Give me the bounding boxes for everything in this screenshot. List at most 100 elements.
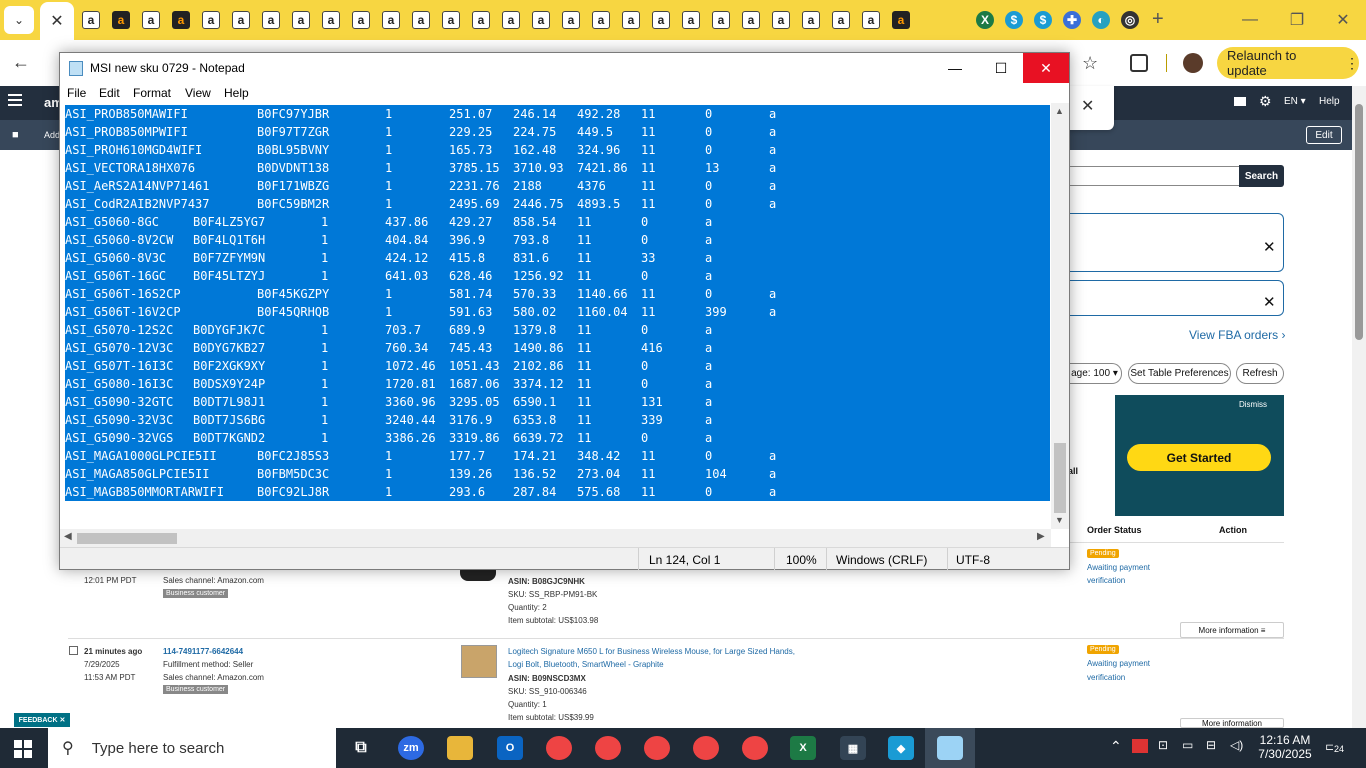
amazon-tab-icon[interactable]: a — [712, 11, 730, 29]
clear-filter-icon[interactable]: ✕ — [1263, 293, 1276, 311]
text-line[interactable]: ASI_G5060-8GC B0F4LZ5YG7 1 437.86 429.27 858.… — [65, 213, 1050, 231]
status-link[interactable]: Awaiting payment — [1087, 561, 1150, 574]
close-icon[interactable]: ✕ — [1023, 53, 1069, 83]
maximize-icon[interactable]: ☐ — [978, 53, 1024, 83]
menu-view[interactable]: View — [185, 86, 211, 100]
new-tab-icon[interactable]: + — [1152, 8, 1164, 31]
amazon-tab-icon[interactable]: a — [322, 11, 340, 29]
amazon-tab-icon[interactable]: a — [532, 11, 550, 29]
file-explorer-icon[interactable] — [447, 736, 473, 760]
search-input[interactable] — [1068, 166, 1240, 186]
zoom-app-icon[interactable]: zm — [398, 736, 424, 760]
menu-help[interactable]: Help — [224, 86, 249, 100]
amazon-tab-icon[interactable]: a — [802, 11, 820, 29]
scroll-right-icon[interactable]: ▶ — [1037, 531, 1045, 542]
chrome-icon[interactable] — [546, 736, 572, 760]
dollar-tab-icon[interactable]: $ — [1034, 11, 1052, 29]
network-icon[interactable]: ⊟ — [1206, 738, 1216, 752]
chrome-icon[interactable] — [742, 736, 768, 760]
refresh-button[interactable]: Refresh — [1236, 363, 1284, 384]
search-button[interactable]: Search — [1239, 165, 1284, 187]
chrome-icon[interactable] — [644, 736, 670, 760]
text-line[interactable]: ASI_G507T-16I3C B0F2XGK9XY 1 1072.46 1051.43… — [65, 357, 1050, 375]
star-icon[interactable]: ☆ — [1082, 53, 1098, 74]
battery-icon[interactable]: ▭ — [1182, 738, 1193, 752]
active-tab-close-icon[interactable]: ✕ — [40, 2, 74, 40]
horizontal-scrollbar[interactable]: ◀ ▶ — [60, 529, 1051, 547]
text-line[interactable]: ASI_MAGA1000GLPCIE5II B0FC2J85S3 1 177.7 174… — [65, 447, 1050, 465]
text-line[interactable]: ASI_G506T-16V2CP B0F45QRHQB 1 591.63 580.02 1… — [65, 303, 1050, 321]
minimize-icon[interactable]: — — [932, 53, 978, 83]
product-title-link[interactable]: Logitech Signature M650 L for Business W… — [508, 645, 795, 658]
amazon-tab-icon[interactable]: a — [112, 11, 130, 29]
restore-icon[interactable]: ❐ — [1285, 8, 1309, 32]
pdf-tray-icon[interactable] — [1132, 739, 1148, 753]
get-started-button[interactable]: Get Started — [1127, 444, 1271, 471]
excel-tab-icon[interactable]: X — [976, 11, 994, 29]
text-line[interactable]: ASI_PROB850MAWIFI B0FC97YJBR 1 251.07 246.14… — [65, 105, 1050, 123]
chrome-icon[interactable] — [693, 736, 719, 760]
amazon-tab-icon[interactable]: a — [472, 11, 490, 29]
text-line[interactable]: ASI_G5070-12V3C B0DYG7KB27 1 760.34 745.43 14… — [65, 339, 1050, 357]
dollar-tab-icon[interactable]: $ — [1005, 11, 1023, 29]
help-link[interactable]: Help — [1319, 96, 1340, 107]
amazon-tab-icon[interactable]: a — [142, 11, 160, 29]
amazon-tab-icon[interactable]: a — [382, 11, 400, 29]
status-link[interactable]: verification — [1087, 671, 1125, 684]
tab-search-button[interactable]: ⌄ — [4, 6, 34, 34]
amazon-tab-icon[interactable]: a — [652, 11, 670, 29]
clock[interactable]: 12:16 AM 7/30/2025 — [1255, 733, 1315, 761]
notepad-titlebar[interactable]: MSI new sku 0729 - Notepad — ☐ ✕ — [60, 53, 1069, 83]
amazon-tab-icon[interactable]: a — [592, 11, 610, 29]
more-info-button[interactable]: More information ≡ — [1180, 622, 1284, 638]
amazon-tab-icon[interactable]: a — [892, 11, 910, 29]
hamburger-icon[interactable] — [8, 94, 22, 106]
excel-icon[interactable]: X — [790, 736, 816, 760]
amazon-tab-icon[interactable]: a — [352, 11, 370, 29]
text-line[interactable]: ASI_AeRS2A14NVP71461 B0F171WBZG 1 2231.76 21… — [65, 177, 1050, 195]
text-line[interactable]: ASI_G5090-32V3C B0DT7JS6BG 1 3240.44 3176.9 6… — [65, 411, 1050, 429]
row-checkbox[interactable] — [69, 646, 78, 655]
view-fba-orders-link[interactable]: View FBA orders › — [1189, 328, 1286, 342]
horizontal-scrollbar-thumb[interactable] — [77, 533, 177, 544]
amazon-tab-icon[interactable]: a — [622, 11, 640, 29]
text-line[interactable]: ASI_CodR2AIB2NVP7437 B0FC59BM2R 1 2495.69 24… — [65, 195, 1050, 213]
selected-text[interactable]: ASI_PROB850MAWIFI B0FC97YJBR 1 251.07 246.14… — [65, 105, 1050, 501]
calculator-icon[interactable]: ▦ — [840, 736, 866, 760]
extensions-icon[interactable] — [1130, 54, 1148, 72]
text-line[interactable]: ASI_G506T-16GC B0F45LTZYJ 1 641.03 628.46 125… — [65, 267, 1050, 285]
amazon-tab-icon[interactable]: a — [772, 11, 790, 29]
amazon-tab-icon[interactable]: a — [682, 11, 700, 29]
text-editor[interactable]: ASI_PROB850MAWIFI B0FC97YJBR 1 251.07 246.14… — [60, 103, 1051, 549]
minimize-icon[interactable]: — — [1238, 8, 1262, 32]
text-line[interactable]: ASI_G5090-32VGS B0DT7KGND2 1 3386.26 3319.86… — [65, 429, 1050, 447]
more-info-button[interactable]: More information — [1180, 718, 1284, 728]
volume-icon[interactable]: ◁) — [1230, 738, 1243, 752]
page-scrollbar-thumb[interactable] — [1355, 104, 1363, 340]
chrome-icon[interactable] — [595, 736, 621, 760]
scroll-up-icon[interactable]: ▲ — [1055, 106, 1064, 116]
task-view-icon[interactable]: ⧉ — [348, 736, 374, 760]
gear-icon[interactable]: ⚙ — [1259, 93, 1272, 110]
text-line[interactable]: ASI_MAGA850GLPCIE5II B0FBM5DC3C 1 139.26 136… — [65, 465, 1050, 483]
text-line[interactable]: ASI_G5060-8V2CW B0F4LQ1T6H 1 404.84 396.9 793… — [65, 231, 1050, 249]
app-icon[interactable]: ◆ — [888, 736, 914, 760]
close-icon[interactable]: ✕ — [1331, 8, 1355, 32]
app-tab-icon[interactable]: ◐ — [1092, 11, 1110, 29]
status-link[interactable]: Awaiting payment — [1087, 657, 1150, 670]
back-icon[interactable]: ← — [12, 52, 30, 73]
scroll-down-icon[interactable]: ▼ — [1055, 515, 1064, 525]
amazon-tab-icon[interactable]: a — [412, 11, 430, 29]
more-menu-icon[interactable]: ⋮ — [1345, 55, 1359, 72]
edit-button[interactable]: Edit — [1306, 126, 1342, 144]
tray-icon[interactable]: ⊡ — [1158, 738, 1168, 752]
avatar[interactable] — [1183, 53, 1203, 73]
amazon-tab-icon[interactable]: a — [862, 11, 880, 29]
amazon-tab-icon[interactable]: a — [562, 11, 580, 29]
text-line[interactable]: ASI_G5060-8V3C B0F7ZFYM9N 1 424.12 415.8 831.… — [65, 249, 1050, 267]
amazon-tab-icon[interactable]: a — [202, 11, 220, 29]
status-link[interactable]: verification — [1087, 574, 1125, 587]
menu-edit[interactable]: Edit — [99, 86, 120, 100]
text-line[interactable]: ASI_G5070-12S2C B0DYGFJK7C 1 703.7 689.9 1379… — [65, 321, 1050, 339]
relaunch-button[interactable]: Relaunch to update ⋮ — [1217, 47, 1359, 79]
